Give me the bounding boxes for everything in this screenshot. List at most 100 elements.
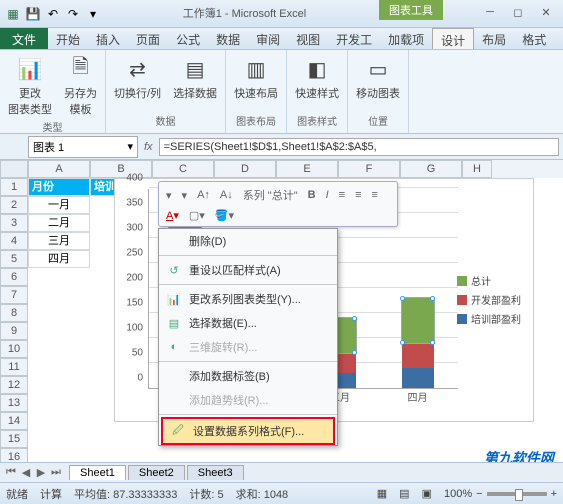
tab-home[interactable]: 开始 [48, 28, 88, 49]
switch-row-col-button[interactable]: ⇄切换行/列 [112, 53, 163, 103]
sheet-tab-2[interactable]: Sheet2 [128, 465, 185, 480]
undo-icon[interactable]: ↶ [44, 5, 62, 23]
font-size-dropdown[interactable]: ▾ [178, 187, 192, 204]
row-header[interactable]: 8 [0, 304, 28, 322]
chevron-down-icon[interactable]: ▾ [127, 140, 133, 153]
tab-review[interactable]: 审阅 [248, 28, 288, 49]
chart-legend[interactable]: 总计 开发部盈利 培训部盈利 [457, 269, 527, 330]
ctx-select-data[interactable]: ▤选择数据(E)... [159, 311, 337, 335]
fx-icon[interactable]: fx [144, 141, 153, 153]
ctx-format-data-series[interactable]: 🖉设置数据系列格式(F)... [161, 417, 335, 445]
row-header[interactable]: 2 [0, 196, 28, 214]
ctx-add-trendline: 添加趋势线(R)... [159, 388, 337, 412]
select-data-button[interactable]: ▤选择数据 [171, 53, 219, 103]
align-icon[interactable]: ≡ [351, 187, 365, 203]
save-as-template-button[interactable]: 🗎另存为 模板 [62, 53, 99, 119]
font-color-icon[interactable]: A▾ [162, 207, 183, 224]
tab-page-layout[interactable]: 页面 [128, 28, 168, 49]
row-header[interactable]: 1 [0, 178, 28, 196]
zoom-slider[interactable] [487, 492, 547, 496]
cell-A4[interactable]: 三月 [28, 232, 90, 250]
col-header[interactable]: D [214, 160, 276, 178]
row-header[interactable]: 7 [0, 286, 28, 304]
y-axis: 050100150200250300350400 [115, 189, 145, 389]
zoom-level[interactable]: 100% [444, 488, 472, 500]
ctx-delete[interactable]: 删除(D) [159, 229, 337, 253]
close-icon[interactable]: ✕ [535, 4, 557, 20]
col-header[interactable]: E [276, 160, 338, 178]
fill-color-icon[interactable]: 🪣▾ [211, 207, 238, 224]
border-icon[interactable]: ▢▾ [185, 207, 209, 224]
col-header[interactable]: H [462, 160, 492, 178]
tab-format[interactable]: 格式 [514, 28, 554, 49]
tab-addins[interactable]: 加载项 [380, 28, 432, 49]
tab-layout2[interactable]: 布局 [474, 28, 514, 49]
next-sheet-icon[interactable]: ▶ [34, 466, 48, 479]
qat-dropdown-icon[interactable]: ▾ [84, 5, 102, 23]
cell-A5[interactable]: 四月 [28, 250, 90, 268]
cell-A3[interactable]: 二月 [28, 214, 90, 232]
cell-A1[interactable]: 月份 [28, 178, 90, 196]
row-header[interactable]: 14 [0, 412, 28, 430]
col-header[interactable]: G [400, 160, 462, 178]
font-dropdown[interactable]: ▾ [162, 187, 176, 204]
tab-developer[interactable]: 开发工 [328, 28, 380, 49]
sheet-tab-3[interactable]: Sheet3 [187, 465, 244, 480]
grow-font-icon[interactable]: A↑ [193, 187, 214, 203]
sheet-tab-1[interactable]: Sheet1 [69, 465, 126, 480]
select-all-corner[interactable] [0, 160, 28, 178]
tab-insert[interactable]: 插入 [88, 28, 128, 49]
row-header[interactable]: 6 [0, 268, 28, 286]
formula-bar[interactable]: =SERIES(Sheet1!$D$1,Sheet1!$A$2:$A$5, [159, 138, 559, 156]
zoom-control[interactable]: 100% − + [444, 488, 557, 500]
row-header[interactable]: 11 [0, 358, 28, 376]
col-header[interactable]: A [28, 160, 90, 178]
chart-icon: 📊 [165, 291, 183, 307]
status-ready: 就绪 [6, 486, 28, 502]
maximize-icon[interactable]: ◻ [507, 4, 529, 20]
view-break-icon[interactable]: ▣ [422, 487, 432, 500]
bold-icon[interactable]: B [304, 187, 320, 203]
view-normal-icon[interactable]: ▦ [377, 487, 387, 500]
row-header[interactable]: 3 [0, 214, 28, 232]
ctx-add-data-labels[interactable]: 添加数据标签(B) [159, 364, 337, 388]
row-header[interactable]: 15 [0, 430, 28, 448]
minimize-icon[interactable]: ─ [479, 4, 501, 20]
save-icon[interactable]: 💾 [24, 5, 42, 23]
quick-layout-button[interactable]: ▥快速布局 [232, 53, 280, 103]
move-chart-button[interactable]: ▭移动图表 [354, 53, 402, 103]
tab-file[interactable]: 文件 [0, 28, 48, 49]
prev-sheet-icon[interactable]: ◀ [19, 466, 33, 479]
zoom-out-icon[interactable]: − [476, 488, 482, 500]
name-box[interactable]: 图表 1▾ [28, 136, 138, 158]
tab-view[interactable]: 视图 [288, 28, 328, 49]
row-header[interactable]: 12 [0, 376, 28, 394]
change-chart-type-button[interactable]: 📊更改 图表类型 [6, 53, 54, 119]
mini-toolbar[interactable]: ▾ ▾ A↑ A↓ 系列 "总计" B I ≡ ≡ ≡ A▾ ▢▾ 🪣▾ [158, 181, 398, 227]
row-header[interactable]: 4 [0, 232, 28, 250]
last-sheet-icon[interactable]: ⏭ [49, 466, 63, 479]
tab-data[interactable]: 数据 [208, 28, 248, 49]
redo-icon[interactable]: ↷ [64, 5, 82, 23]
ribbon-body: 📊更改 图表类型 🗎另存为 模板 类型 ⇄切换行/列 ▤选择数据 数据 ▥快速布… [0, 50, 563, 134]
align-icon[interactable]: ≡ [367, 187, 381, 203]
first-sheet-icon[interactable]: ⏮ [4, 466, 18, 479]
align-icon[interactable]: ≡ [335, 187, 349, 203]
ctx-reset-style[interactable]: ↺重设以匹配样式(A) [159, 258, 337, 282]
view-layout-icon[interactable]: ▤ [399, 487, 409, 500]
ctx-change-chart-type[interactable]: 📊更改系列图表类型(Y)... [159, 287, 337, 311]
cell-A2[interactable]: 一月 [28, 196, 90, 214]
row-header[interactable]: 9 [0, 322, 28, 340]
row-header[interactable]: 13 [0, 394, 28, 412]
group-label-location: 位置 [368, 113, 388, 128]
col-header[interactable]: C [152, 160, 214, 178]
tab-formula[interactable]: 公式 [168, 28, 208, 49]
shrink-font-icon[interactable]: A↓ [216, 187, 237, 203]
row-header[interactable]: 5 [0, 250, 28, 268]
col-header[interactable]: F [338, 160, 400, 178]
quick-style-button[interactable]: ◧快速样式 [293, 53, 341, 103]
row-header[interactable]: 10 [0, 340, 28, 358]
zoom-in-icon[interactable]: + [551, 488, 557, 500]
italic-icon[interactable]: I [322, 187, 333, 203]
tab-design[interactable]: 设计 [432, 28, 474, 49]
